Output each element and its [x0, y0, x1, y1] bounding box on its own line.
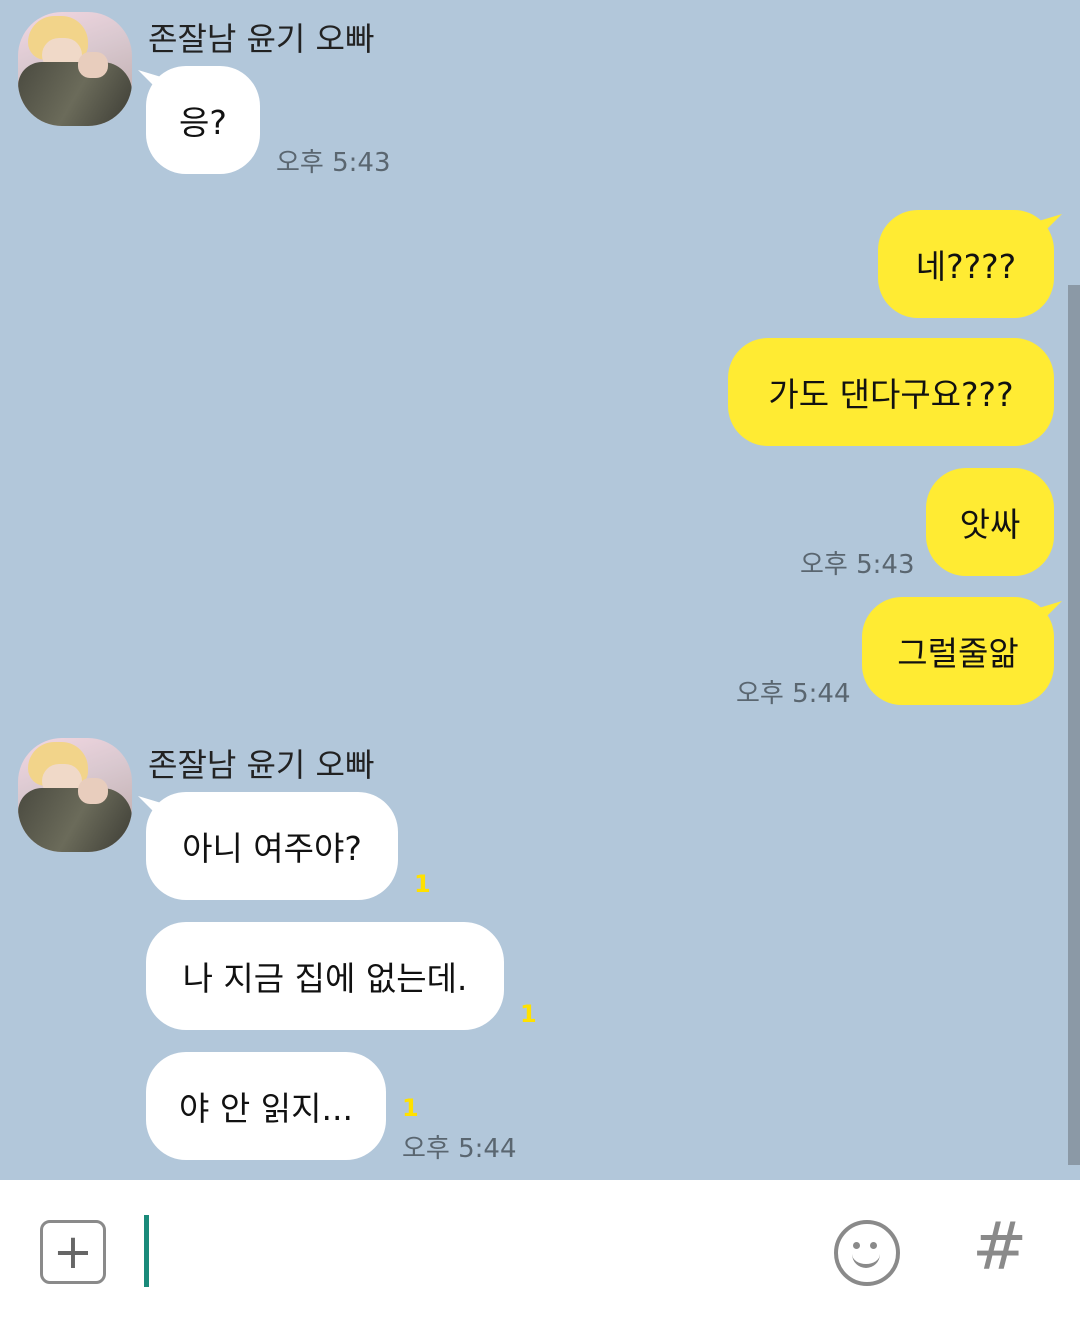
message-bubble[interactable]: 나 지금 집에 없는데.: [146, 922, 504, 1030]
message-bubble[interactable]: 응?: [146, 66, 260, 174]
message-time: 오후 5:43: [800, 550, 915, 580]
message-bubble[interactable]: 그럴줄앎: [862, 597, 1054, 705]
unread-count: 1: [414, 870, 431, 898]
sender-name: 존잘남 윤기 오빠: [148, 746, 375, 784]
message-bubble[interactable]: 앗싸: [926, 468, 1054, 576]
message-bubble[interactable]: 아니 여주야?: [146, 792, 398, 900]
message-bubble[interactable]: 네????: [878, 210, 1054, 318]
message-time: 오후 5:44: [402, 1134, 517, 1164]
message-bubble[interactable]: 야 안 읽지...: [146, 1052, 386, 1160]
unread-count: 1: [402, 1094, 419, 1122]
profile-avatar[interactable]: [18, 12, 132, 126]
sender-name: 존잘남 윤기 오빠: [148, 20, 375, 58]
text-cursor: [144, 1215, 149, 1287]
profile-avatar[interactable]: [18, 738, 132, 852]
hash-icon[interactable]: #: [972, 1208, 1027, 1285]
unread-count: 1: [520, 1000, 537, 1028]
chat-area[interactable]: 존잘남 윤기 오빠 응? 오후 5:43 네???? 가도 댄다구요??? 앗싸…: [0, 0, 1080, 1180]
message-time: 오후 5:43: [276, 148, 391, 178]
message-input-bar: + #: [0, 1180, 1080, 1324]
message-bubble[interactable]: 가도 댄다구요???: [728, 338, 1054, 446]
scrollbar[interactable]: [1068, 285, 1080, 1165]
message-input[interactable]: [160, 1220, 804, 1286]
message-time: 오후 5:44: [736, 679, 851, 709]
emoticon-icon[interactable]: [834, 1220, 900, 1286]
plus-icon[interactable]: +: [40, 1220, 106, 1284]
